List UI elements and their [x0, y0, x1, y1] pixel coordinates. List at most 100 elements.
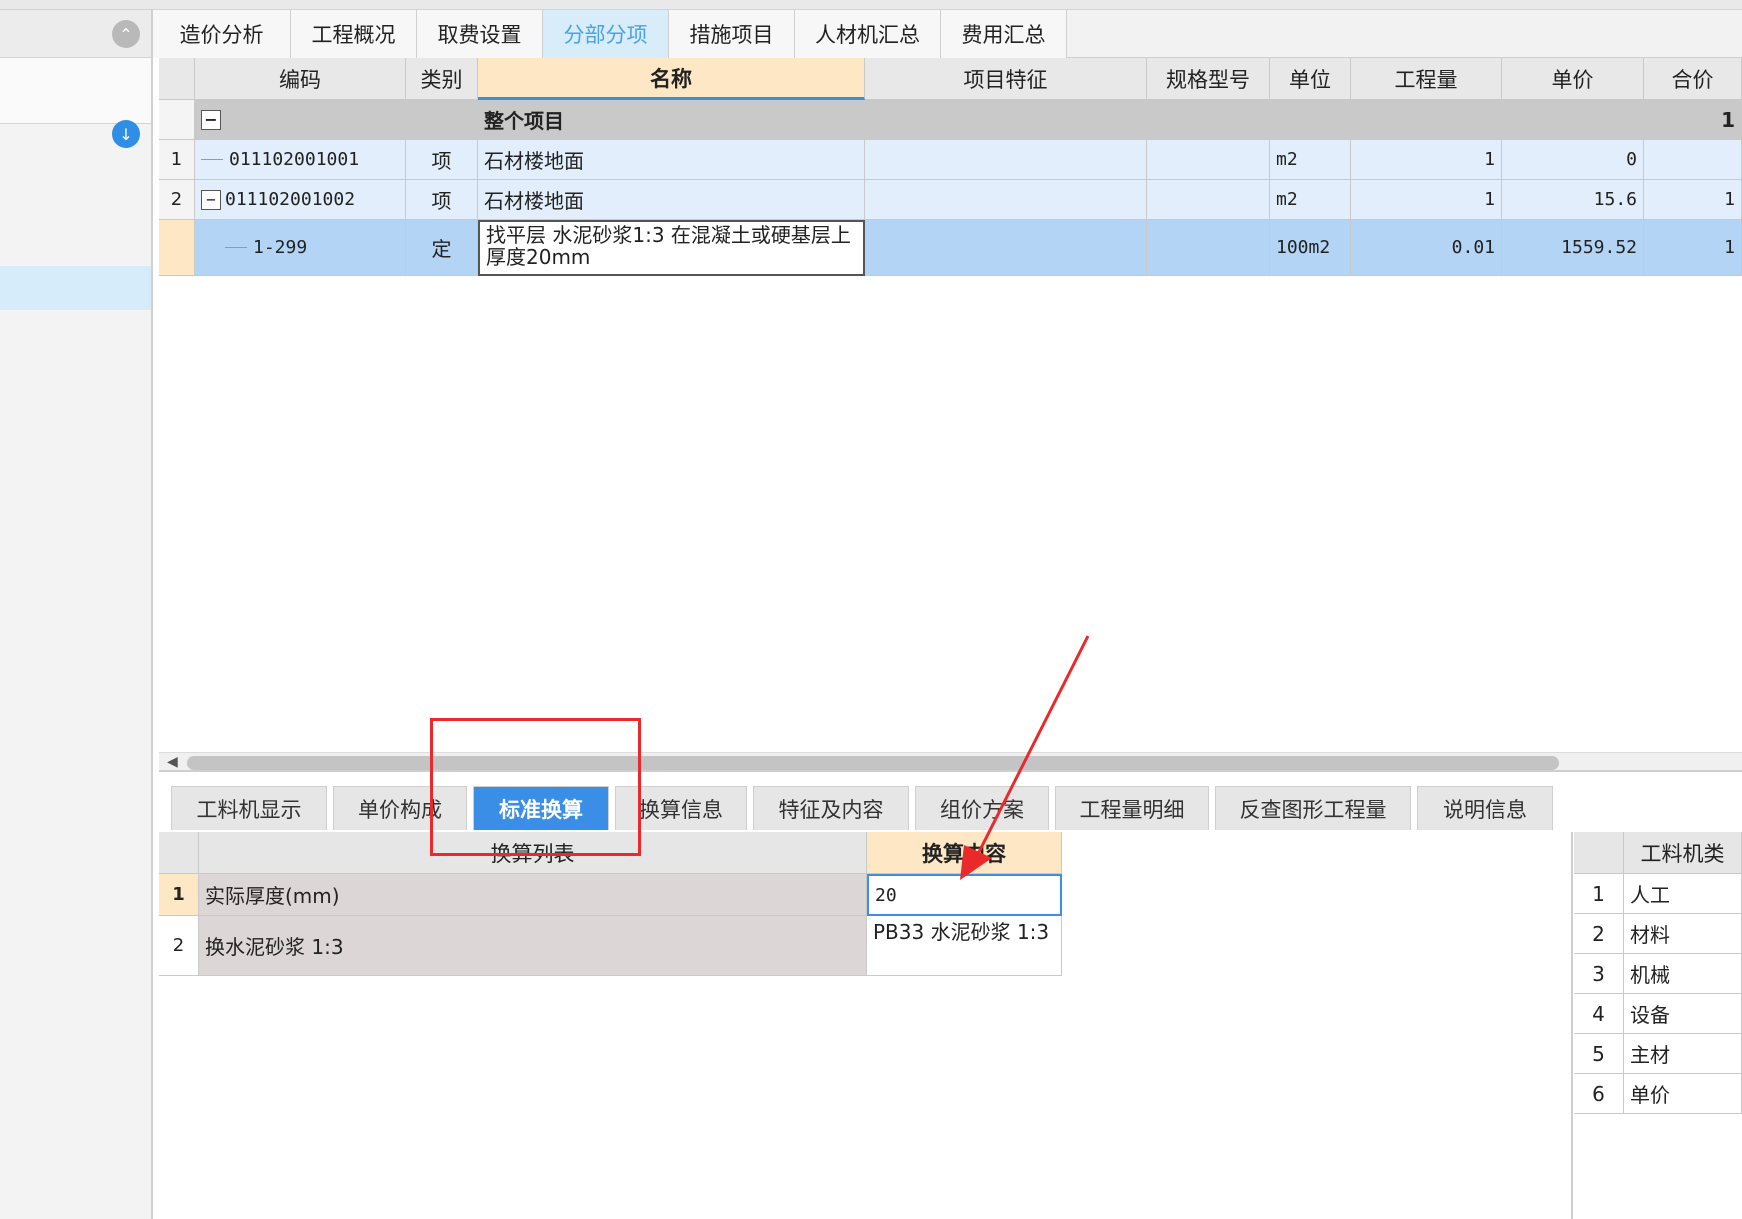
tab-labor-material-summary[interactable]: 人材机汇总 — [795, 10, 941, 58]
price-cell[interactable]: 1559.52 — [1502, 220, 1644, 276]
tab-pricing-scheme[interactable]: 组价方案 — [915, 786, 1049, 830]
collapse-minus-icon[interactable]: − — [201, 189, 221, 210]
row-number: 4 — [1574, 994, 1624, 1034]
thickness-input[interactable]: 20 — [867, 874, 1062, 916]
collapse-up-icon[interactable]: ⌃ — [112, 20, 140, 48]
tab-labor-material-display[interactable]: 工料机显示 — [171, 786, 327, 830]
header-code[interactable]: 编码 — [195, 58, 406, 100]
code-cell[interactable]: − 011102001002 — [195, 180, 406, 220]
main-tabbar: 造价分析 工程概况 取费设置 分部分项 措施项目 人材机汇总 费用汇总 — [153, 10, 1742, 58]
list-item[interactable]: 1 人工 — [1574, 874, 1742, 914]
tab-description-info[interactable]: 说明信息 — [1417, 786, 1553, 830]
header-feature[interactable]: 项目特征 — [865, 58, 1147, 100]
tab-sub-items[interactable]: 分部分项 — [543, 10, 669, 58]
feature-cell — [865, 100, 1147, 140]
code-cell[interactable]: 011102001001 — [195, 140, 406, 180]
row-number — [159, 100, 195, 140]
sidebar-header: ⌃ — [0, 10, 151, 58]
price-cell[interactable]: 0 — [1502, 140, 1644, 180]
tab-fee-summary[interactable]: 费用汇总 — [941, 10, 1067, 58]
download-icon[interactable]: ↓ — [112, 120, 140, 148]
tab-features-content[interactable]: 特征及内容 — [753, 786, 909, 830]
top-strip — [0, 0, 1742, 10]
header-name[interactable]: 名称 — [478, 58, 865, 100]
table-row-selected[interactable]: 1-299 定 找平层 水泥砂浆1:3 在混凝土或硬基层上厚度20mm 100m… — [159, 220, 1742, 276]
tab-project-overview[interactable]: 工程概况 — [291, 10, 417, 58]
list-item[interactable]: 3 机械 — [1574, 954, 1742, 994]
table-row-total[interactable]: − 整个项目 1 — [159, 100, 1742, 140]
type-label: 设备 — [1624, 994, 1742, 1034]
row-number: 1 — [159, 874, 199, 916]
name-cell[interactable]: 石材楼地面 — [478, 180, 865, 220]
spec-cell[interactable] — [1147, 180, 1270, 220]
price-cell[interactable]: 15.6 — [1502, 180, 1644, 220]
conversion-label: 实际厚度(mm) — [199, 874, 867, 916]
header-conversion-content[interactable]: 换算内容 — [867, 832, 1062, 874]
table-row[interactable]: 2 − 011102001002 项 石材楼地面 m2 1 15.6 1 — [159, 180, 1742, 220]
header-total-price[interactable]: 合价 — [1644, 58, 1742, 100]
scroll-left-icon[interactable]: ◀ — [167, 754, 178, 770]
type-cell[interactable]: 项 — [406, 140, 478, 180]
row-number: 1 — [1574, 874, 1624, 914]
qty-cell[interactable]: 0.01 — [1351, 220, 1502, 276]
table-row[interactable]: 1 011102001001 项 石材楼地面 m2 1 0 — [159, 140, 1742, 180]
total-cell: 1 — [1644, 100, 1742, 140]
header-unit-price[interactable]: 单价 — [1502, 58, 1644, 100]
qty-cell[interactable]: 1 — [1351, 140, 1502, 180]
tree-line — [201, 159, 223, 160]
tab-quantity-details[interactable]: 工程量明细 — [1055, 786, 1209, 830]
annotation-highlight-box — [430, 718, 641, 856]
total-cell[interactable]: 1 — [1644, 180, 1742, 220]
tab-reverse-graphic-quantity[interactable]: 反查图形工程量 — [1215, 786, 1411, 830]
name-cell-editing[interactable]: 找平层 水泥砂浆1:3 在混凝土或硬基层上厚度20mm — [478, 220, 865, 276]
collapse-minus-icon[interactable]: − — [201, 109, 221, 130]
name-cell[interactable]: 整个项目 — [478, 100, 865, 140]
tab-measures[interactable]: 措施项目 — [669, 10, 795, 58]
left-sidebar: ⌃ ↓ — [0, 10, 153, 1219]
conversion-row[interactable]: 2 换水泥砂浆 1:3 PB33 水泥砂浆 1:3 — [159, 916, 1062, 976]
name-cell[interactable]: 石材楼地面 — [478, 140, 865, 180]
qty-cell — [1351, 100, 1502, 140]
code-cell[interactable]: 1-299 — [195, 220, 406, 276]
spec-cell — [1147, 100, 1270, 140]
header-corner — [159, 58, 195, 100]
header-labor-material-type[interactable]: 工料机类 — [1624, 832, 1742, 874]
header-unit[interactable]: 单位 — [1270, 58, 1351, 100]
tab-fee-settings[interactable]: 取费设置 — [417, 10, 543, 58]
spec-cell[interactable] — [1147, 220, 1270, 276]
feature-cell[interactable] — [865, 220, 1147, 276]
total-cell[interactable]: 1 — [1644, 220, 1742, 276]
list-item[interactable]: 2 材料 — [1574, 914, 1742, 954]
header-spec[interactable]: 规格型号 — [1147, 58, 1270, 100]
unit-cell[interactable]: 100m2 — [1270, 220, 1351, 276]
row-number: 1 — [159, 140, 195, 180]
total-cell[interactable] — [1644, 140, 1742, 180]
row-number — [159, 220, 195, 276]
scrollbar-thumb[interactable] — [187, 756, 1559, 770]
list-item[interactable]: 6 单价 — [1574, 1074, 1742, 1114]
header-quantity[interactable]: 工程量 — [1351, 58, 1502, 100]
type-cell[interactable]: 项 — [406, 180, 478, 220]
qty-cell[interactable]: 1 — [1351, 180, 1502, 220]
row-number: 2 — [1574, 914, 1624, 954]
horizontal-scrollbar[interactable]: ◀ — [159, 752, 1742, 772]
price-cell — [1502, 100, 1644, 140]
collapse-cell[interactable]: − — [195, 100, 406, 140]
feature-cell[interactable] — [865, 180, 1147, 220]
unit-cell[interactable]: m2 — [1270, 140, 1351, 180]
header-type[interactable]: 类别 — [406, 58, 478, 100]
sidebar-item-selected[interactable] — [0, 266, 151, 310]
tab-cost-analysis[interactable]: 造价分析 — [153, 10, 291, 58]
mortar-select[interactable]: PB33 水泥砂浆 1:3 — [867, 916, 1062, 976]
row-number: 2 — [159, 916, 199, 976]
sidebar-item-root[interactable]: ↓ — [0, 58, 151, 148]
type-cell[interactable]: 定 — [406, 220, 478, 276]
unit-cell[interactable]: m2 — [1270, 180, 1351, 220]
feature-cell[interactable] — [865, 140, 1147, 180]
type-label: 人工 — [1624, 874, 1742, 914]
row-number: 2 — [159, 180, 195, 220]
list-item[interactable]: 4 设备 — [1574, 994, 1742, 1034]
conversion-row[interactable]: 1 实际厚度(mm) 20 — [159, 874, 1062, 916]
spec-cell[interactable] — [1147, 140, 1270, 180]
list-item[interactable]: 5 主材 — [1574, 1034, 1742, 1074]
